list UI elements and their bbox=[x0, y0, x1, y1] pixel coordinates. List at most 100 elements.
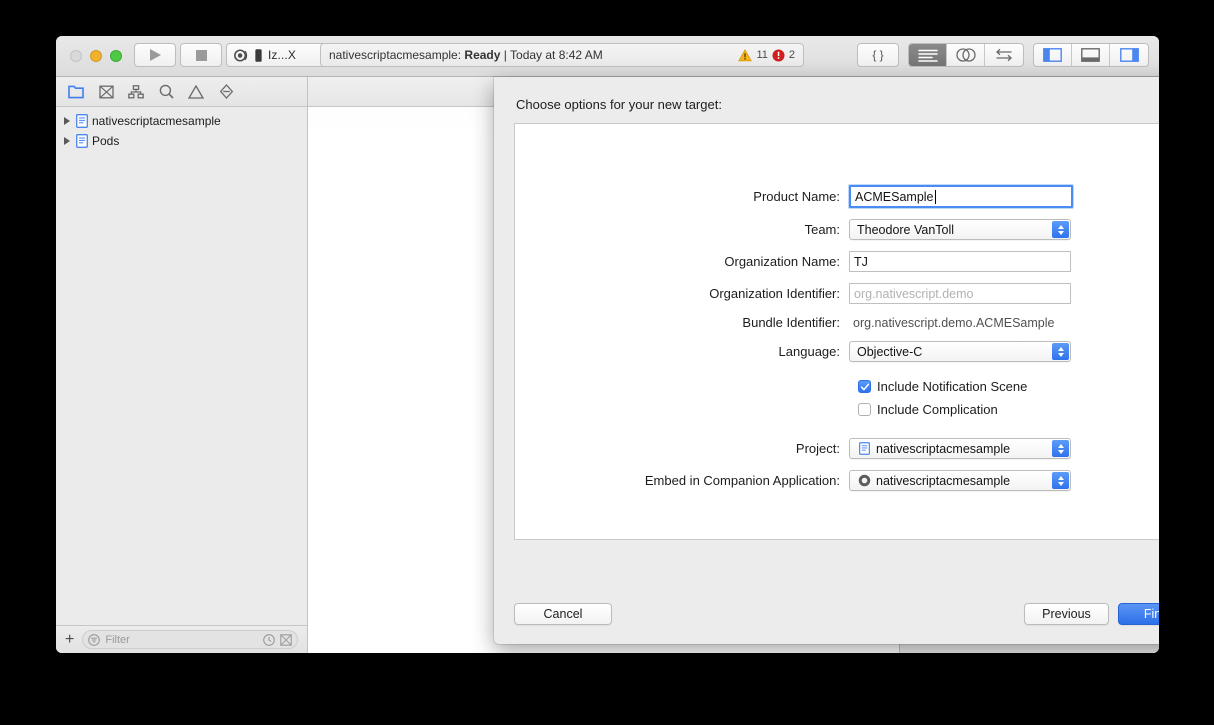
test-icon bbox=[219, 84, 234, 99]
warning-count: 11 bbox=[756, 49, 767, 61]
close-window-button[interactable] bbox=[70, 50, 82, 62]
field-row-bundle-identifier: Bundle Identifier: org.nativescript.demo… bbox=[515, 315, 1159, 330]
team-value: Theodore VanToll bbox=[857, 223, 954, 237]
project-tree[interactable]: nativescriptacmesample Pods bbox=[56, 107, 307, 625]
filter-placeholder: Filter bbox=[105, 634, 258, 646]
navigator-tab-bar bbox=[56, 77, 307, 107]
status-state: Ready bbox=[464, 48, 500, 62]
symbol-navigator-tab[interactable] bbox=[128, 84, 144, 100]
checkbox-row-notification-scene: Include Notification Scene bbox=[515, 379, 1159, 394]
assistant-editor-button[interactable] bbox=[947, 44, 985, 66]
test-navigator-tab[interactable] bbox=[218, 84, 234, 100]
search-navigator-tab[interactable] bbox=[158, 84, 174, 100]
error-icon[interactable] bbox=[772, 49, 785, 62]
recent-clock-icon[interactable] bbox=[263, 634, 275, 646]
organization-name-value: TJ bbox=[854, 255, 868, 269]
organization-identifier-placeholder: org.nativescript.demo bbox=[854, 287, 974, 301]
status-project: nativescriptacmesample: bbox=[329, 48, 461, 62]
window-toolbar: Iz...X nativescriptacmesample: Ready | T… bbox=[56, 36, 1159, 77]
product-name-value: ACMESample bbox=[855, 190, 934, 204]
include-notification-scene-checkbox[interactable] bbox=[858, 380, 871, 393]
previous-button[interactable]: Previous bbox=[1024, 603, 1109, 625]
tree-item-nativescriptacmesample[interactable]: nativescriptacmesample bbox=[56, 111, 307, 131]
debug-area-toggle-icon bbox=[1081, 48, 1100, 62]
chevron-updown-icon bbox=[1052, 472, 1069, 489]
symbol-icon bbox=[128, 85, 144, 99]
field-label: Bundle Identifier: bbox=[515, 315, 849, 330]
stop-button[interactable] bbox=[180, 43, 222, 67]
field-label: Team: bbox=[515, 222, 849, 237]
toggle-navigator-button[interactable] bbox=[1034, 44, 1072, 66]
project-popup-button[interactable]: nativescriptacmesample bbox=[849, 438, 1071, 459]
project-file-icon bbox=[76, 134, 88, 148]
filter-icon bbox=[88, 634, 100, 646]
library-code-button[interactable]: { } bbox=[857, 43, 899, 67]
language-popup-button[interactable]: Objective-C bbox=[849, 341, 1071, 362]
sheet-footer: Cancel Previous Finish bbox=[514, 603, 1159, 625]
tree-item-pods[interactable]: Pods bbox=[56, 131, 307, 151]
field-row-language: Language: Objective-C bbox=[515, 341, 1159, 362]
error-count: 2 bbox=[789, 49, 795, 61]
assistant-editor-icon bbox=[955, 48, 977, 62]
field-row-project: Project: nativescriptacmesample bbox=[515, 438, 1159, 459]
sheet-title: Choose options for your new target: bbox=[516, 97, 1159, 112]
team-popup-button[interactable]: Theodore VanToll bbox=[849, 219, 1071, 240]
status-separator: | bbox=[504, 48, 507, 62]
stop-icon bbox=[196, 50, 207, 61]
code-braces-icon: { } bbox=[872, 48, 883, 62]
app-target-icon bbox=[857, 474, 871, 488]
view-toggle-segmented-control bbox=[1033, 43, 1149, 67]
issue-icon bbox=[188, 85, 204, 99]
toolbar-right-group: { } bbox=[857, 43, 1149, 67]
checkbox-label: Include Notification Scene bbox=[877, 379, 1027, 394]
add-button[interactable]: + bbox=[65, 632, 74, 648]
include-complication-checkbox[interactable] bbox=[858, 403, 871, 416]
device-icon bbox=[254, 48, 263, 63]
cancel-button[interactable]: Cancel bbox=[514, 603, 612, 625]
field-row-companion-application: Embed in Companion Application: nativesc… bbox=[515, 470, 1159, 491]
navigator-toggle-icon bbox=[1043, 48, 1062, 62]
organization-identifier-input[interactable]: org.nativescript.demo bbox=[849, 283, 1071, 304]
issue-navigator-tab[interactable] bbox=[188, 84, 204, 100]
disclosure-triangle-icon[interactable] bbox=[64, 117, 70, 125]
toggle-debug-area-button[interactable] bbox=[1072, 44, 1110, 66]
toggle-inspector-button[interactable] bbox=[1110, 44, 1148, 66]
target-options-form: Product Name: ACMESample Team: Theodore … bbox=[515, 124, 1159, 491]
source-control-icon bbox=[99, 85, 114, 99]
minimize-window-button[interactable] bbox=[90, 50, 102, 62]
status-time: Today at 8:42 AM bbox=[510, 48, 603, 62]
warning-icon[interactable] bbox=[738, 49, 752, 62]
companion-application-value: nativescriptacmesample bbox=[876, 474, 1010, 488]
companion-application-popup-button[interactable]: nativescriptacmesample bbox=[849, 470, 1071, 491]
checkbox-label: Include Complication bbox=[877, 402, 998, 417]
status-text: nativescriptacmesample: Ready | Today at… bbox=[329, 48, 603, 62]
tree-item-label: nativescriptacmesample bbox=[92, 114, 221, 128]
sheet-content-panel: Product Name: ACMESample Team: Theodore … bbox=[514, 123, 1159, 540]
editor-pane: Choose options for your new target: Prod… bbox=[308, 77, 900, 653]
finish-button[interactable]: Finish bbox=[1118, 603, 1159, 625]
chevron-updown-icon bbox=[1052, 343, 1069, 360]
field-label: Organization Name: bbox=[515, 254, 849, 269]
version-editor-button[interactable] bbox=[985, 44, 1023, 66]
filter-input[interactable]: Filter bbox=[82, 630, 298, 649]
version-editor-icon bbox=[994, 48, 1014, 62]
source-control-filter-icon[interactable] bbox=[280, 634, 292, 646]
tree-item-label: Pods bbox=[92, 134, 119, 148]
standard-editor-button[interactable] bbox=[909, 44, 947, 66]
source-control-navigator-tab[interactable] bbox=[98, 84, 114, 100]
inspector-toggle-icon bbox=[1120, 48, 1139, 62]
activity-status-bar[interactable]: nativescriptacmesample: Ready | Today at… bbox=[320, 43, 804, 67]
zoom-window-button[interactable] bbox=[110, 50, 122, 62]
project-value: nativescriptacmesample bbox=[876, 442, 1010, 456]
window-body: nativescriptacmesample Pods + bbox=[56, 77, 1159, 653]
navigator-filter-bar: + Filter bbox=[56, 625, 307, 653]
project-navigator-tab[interactable] bbox=[68, 84, 84, 100]
field-row-organization-identifier: Organization Identifier: org.nativescrip… bbox=[515, 283, 1159, 304]
run-button[interactable] bbox=[134, 43, 176, 67]
scheme-label: Iz...X bbox=[268, 48, 296, 62]
organization-name-input[interactable]: TJ bbox=[849, 251, 1071, 272]
disclosure-triangle-icon[interactable] bbox=[64, 137, 70, 145]
chevron-updown-icon bbox=[1052, 221, 1069, 238]
product-name-input[interactable]: ACMESample bbox=[849, 185, 1073, 208]
bundle-identifier-value: org.nativescript.demo.ACMESample bbox=[849, 316, 1054, 330]
